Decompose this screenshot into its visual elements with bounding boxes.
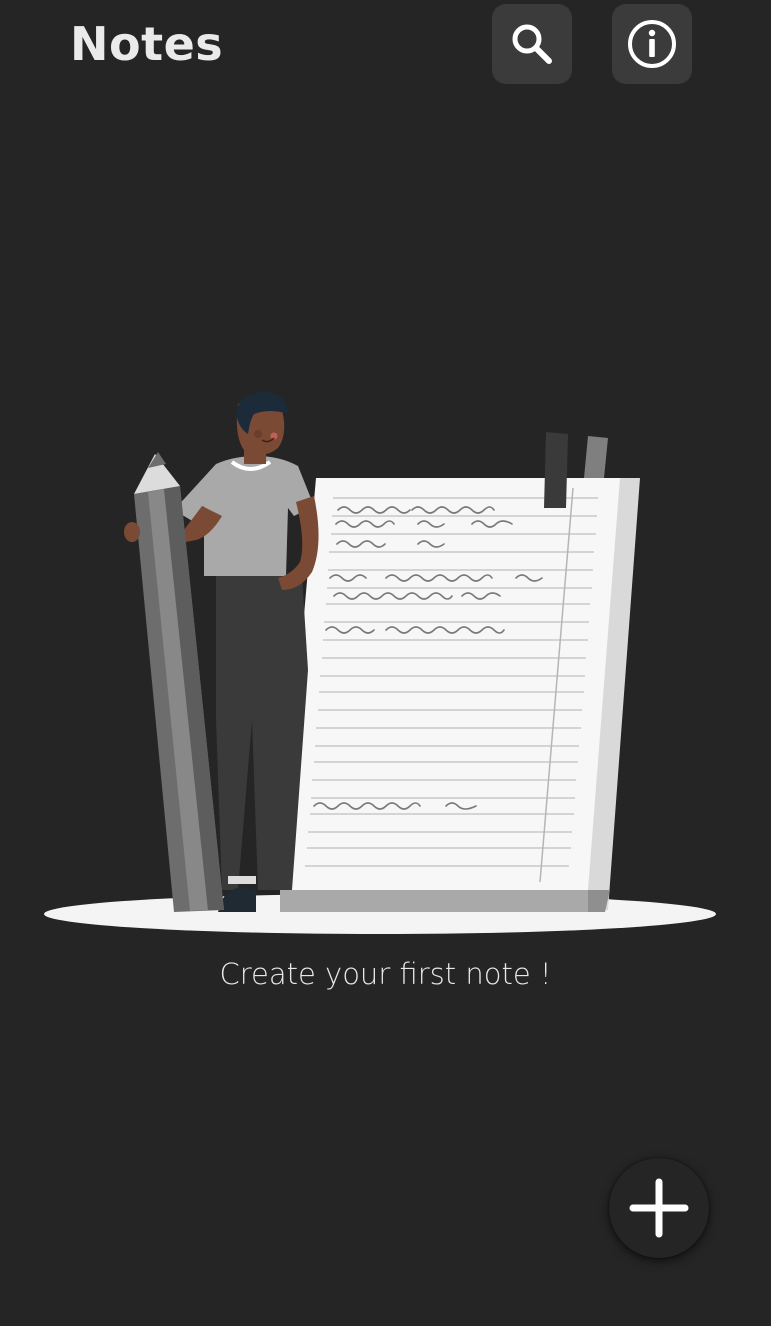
page-title: Notes <box>70 17 224 71</box>
add-note-button[interactable] <box>609 1158 709 1258</box>
search-button[interactable] <box>492 4 572 84</box>
plus-icon <box>629 1178 689 1238</box>
notepad-clip-left <box>544 432 568 508</box>
info-icon <box>628 20 676 68</box>
empty-state-message: Create your first note ! <box>219 957 552 991</box>
person-legs <box>216 576 308 890</box>
empty-notes-illustration <box>44 392 716 934</box>
search-icon <box>512 24 552 64</box>
notepad-clip-right <box>584 436 608 478</box>
notes-app: Notes Create your first note ! <box>0 0 771 1326</box>
info-button[interactable] <box>612 4 692 84</box>
notepad-base <box>280 890 588 912</box>
